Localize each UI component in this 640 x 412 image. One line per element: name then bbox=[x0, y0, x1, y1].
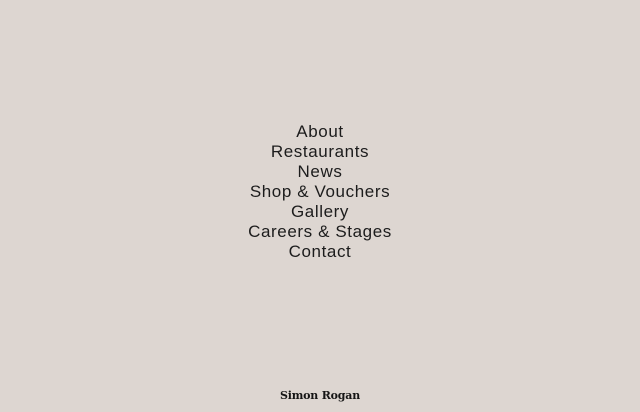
menu-item-news[interactable]: News bbox=[0, 162, 640, 182]
menu-list: About Restaurants News Shop & Vouchers G… bbox=[0, 122, 640, 262]
menu-item-restaurants[interactable]: Restaurants bbox=[0, 142, 640, 162]
brand-logo[interactable]: Simon Rogan bbox=[0, 388, 640, 404]
menu-item-about[interactable]: About bbox=[0, 122, 640, 142]
menu-item-shop-vouchers[interactable]: Shop & Vouchers bbox=[0, 182, 640, 202]
menu-item-gallery[interactable]: Gallery bbox=[0, 202, 640, 222]
menu-item-careers-stages[interactable]: Careers & Stages bbox=[0, 222, 640, 242]
menu-item-contact[interactable]: Contact bbox=[0, 242, 640, 262]
